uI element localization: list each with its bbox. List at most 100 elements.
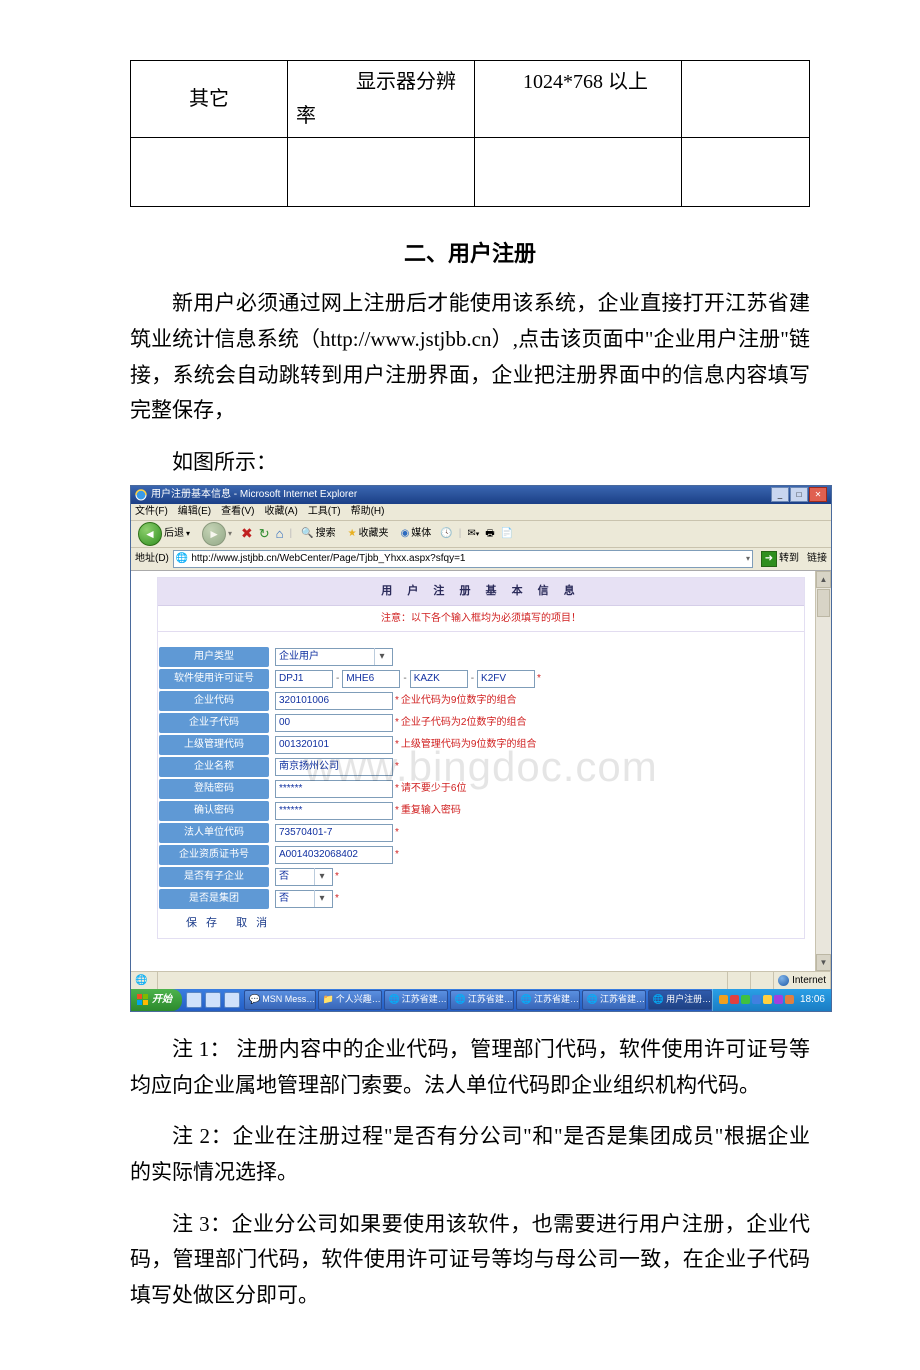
tray-icon[interactable] [752,995,761,1004]
status-page-icon: 🌐 [131,972,158,989]
menu-tools[interactable]: 工具(T) [308,503,341,520]
save-button[interactable]: 保 存 [186,914,220,933]
hint-pwd: 请不要少于6位 [401,780,467,797]
taskbar: 开始 💬MSN Mess… 📁个人兴趣… 🌐江苏省建… 🌐江苏省建… 🌐江苏省建… [131,989,831,1011]
tray-icon[interactable] [785,995,794,1004]
chevron-down-icon: ▾ [314,868,329,885]
input-pwd2[interactable]: ****** [275,802,393,820]
close-button[interactable]: ✕ [809,487,827,502]
tray-icon[interactable] [763,995,772,1004]
req-cell-extra [682,61,810,138]
links-label[interactable]: 链接 [807,550,827,567]
select-isgroup[interactable]: 否 ▾ [275,890,333,908]
address-input[interactable]: 🌐 http://www.jstjbb.cn/WebCenter/Page/Tj… [173,550,753,568]
task-ie-2[interactable]: 🌐江苏省建… [450,990,514,1010]
task-folder[interactable]: 📁个人兴趣… [318,990,382,1010]
tray-icon[interactable] [741,995,750,1004]
input-name[interactable]: 南京扬州公司 [275,758,393,776]
hint-subcode: 企业子代码为2位数字的组合 [401,714,527,731]
start-button[interactable]: 开始 [131,989,182,1011]
label-code: 企业代码 [159,691,269,711]
go-button[interactable]: ➜ 转到 [757,550,803,567]
chevron-down-icon: ▾ [374,648,389,665]
tray-icon[interactable] [774,995,783,1004]
media-icon: ◉ [401,525,410,542]
menu-view[interactable]: 查看(V) [221,503,254,520]
label-legal: 法人单位代码 [159,823,269,843]
ql-ie-icon[interactable] [186,992,202,1008]
note-3: 注 3：企业分公司如果要使用该软件，也需要进行用户注册，企业代码，管理部门代码，… [130,1207,810,1314]
scroll-up-icon[interactable]: ▲ [816,571,831,588]
edit-icon[interactable]: 📄 [501,525,513,542]
requirements-table: 其它 显示器分辨率 1024*768 以上 [130,60,810,207]
label-user-type: 用户类型 [159,647,269,667]
label-mgrcode: 上级管理代码 [159,735,269,755]
task-ie-3[interactable]: 🌐江苏省建… [516,990,580,1010]
registration-form: 用 户 注 册 基 本 信 息 注意：以下各个输入框均为必须填写的项目！ 用户类… [157,577,805,939]
refresh-icon[interactable]: ↻ [259,523,270,545]
forward-arrow-icon: ► [202,522,226,546]
ie-icon [135,489,147,501]
media-button[interactable]: ◉ 媒体 [398,524,435,543]
quick-launch [186,992,240,1008]
menu-file[interactable]: 文件(F) [135,503,168,520]
menu-help[interactable]: 帮助(H) [351,503,385,520]
webpage-viewport: www.bingdoc.com 用 户 注 册 基 本 信 息 注意：以下各个输… [131,571,831,971]
taskbar-tasks: 💬MSN Mess… 📁个人兴趣… 🌐江苏省建… 🌐江苏省建… 🌐江苏省建… 🌐… [244,990,712,1010]
input-license-2[interactable]: MHE6 [342,670,400,688]
intro-paragraph: 新用户必须通过网上注册后才能使用该系统，企业直接打开江苏省建筑业统计信息系统（h… [130,286,810,429]
form-warning: 注意：以下各个输入框均为必须填写的项目！ [158,606,804,632]
input-subcode[interactable]: 00 [275,714,393,732]
home-icon[interactable]: ⌂ [276,523,284,545]
required-star: * [537,670,541,687]
search-button[interactable]: 🔍 搜索 [298,524,338,543]
select-user-type[interactable]: 企业用户 ▾ [275,648,393,666]
forward-button[interactable]: ► ▾ [199,521,235,547]
section-title: 二、用户注册 [130,235,810,272]
input-code[interactable]: 320101006 [275,692,393,710]
back-arrow-icon: ◄ [138,522,162,546]
label-pwd: 登陆密码 [159,779,269,799]
minimize-button[interactable]: _ [771,487,789,502]
input-cert[interactable]: A0014032068402 [275,846,393,864]
input-license-3[interactable]: KAZK [410,670,468,688]
ql-desktop-icon[interactable] [205,992,221,1008]
input-mgrcode[interactable]: 001320101 [275,736,393,754]
input-pwd[interactable]: ****** [275,780,393,798]
mail-icon[interactable]: ✉▾ [467,525,479,542]
windows-logo-icon [137,994,149,1006]
page-icon: 🌐 [176,550,188,567]
system-tray: 18:06 [712,989,831,1011]
tray-icon[interactable] [730,995,739,1004]
task-ie-1[interactable]: 🌐江苏省建… [384,990,448,1010]
req-cell-item: 显示器分辨率 [288,61,475,138]
tray-icon[interactable] [719,995,728,1004]
ql-outlook-icon[interactable] [224,992,240,1008]
menu-edit[interactable]: 编辑(E) [178,503,211,520]
back-button[interactable]: ◄ 后退 ▾ [135,521,193,547]
input-license-4[interactable]: K2FV [477,670,535,688]
stop-icon[interactable]: ✖ [241,522,253,546]
task-msn[interactable]: 💬MSN Mess… [244,990,316,1010]
search-icon: 🔍 [301,525,313,542]
select-hassub[interactable]: 否 ▾ [275,868,333,886]
maximize-button[interactable]: □ [790,487,808,502]
task-ie-current[interactable]: 🌐用户注册… [648,990,712,1010]
menu-fav[interactable]: 收藏(A) [264,503,297,520]
address-label: 地址(D) [135,550,169,567]
input-license-1[interactable]: DPJ1 [275,670,333,688]
note-1: 注 1： 注册内容中的企业代码，管理部门代码，软件使用许可证号等均应向企业属地管… [130,1032,810,1103]
history-icon[interactable]: 🕓 [440,525,452,542]
label-subcode: 企业子代码 [159,713,269,733]
input-legal[interactable]: 73570401-7 [275,824,393,842]
print-icon[interactable]: 🖶 [485,525,494,542]
scroll-thumb[interactable] [817,589,830,617]
cancel-button[interactable]: 取 消 [236,914,270,933]
address-bar: 地址(D) 🌐 http://www.jstjbb.cn/WebCenter/P… [131,548,831,571]
scroll-down-icon[interactable]: ▼ [816,954,831,971]
favorites-button[interactable]: ★ 收藏夹 [345,524,392,543]
task-ie-4[interactable]: 🌐江苏省建… [582,990,646,1010]
vertical-scrollbar[interactable]: ▲ ▼ [815,571,831,971]
menu-bar: 文件(F) 编辑(E) 查看(V) 收藏(A) 工具(T) 帮助(H) [131,504,831,521]
hint-code: 企业代码为9位数字的组合 [401,692,517,709]
